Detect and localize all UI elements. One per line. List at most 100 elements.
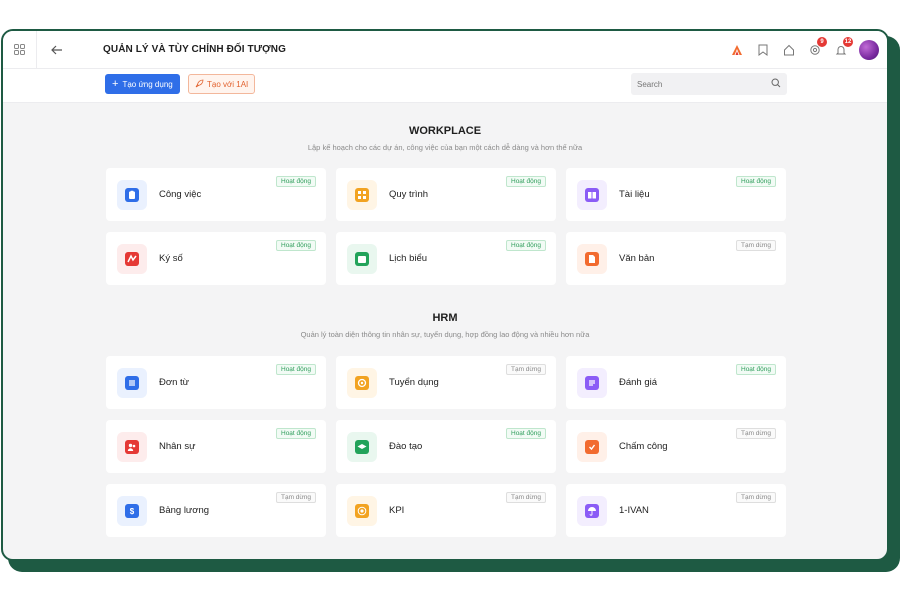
check-clock-icon <box>585 440 599 454</box>
app-icon-container <box>577 432 607 462</box>
create-with-ai-button[interactable]: Tạo với 1AI <box>188 74 256 94</box>
recruit-icon <box>355 376 369 390</box>
bell-icon[interactable]: 12 <box>833 37 853 58</box>
section-subtitle: Quản lý toàn diện thông tin nhân sự, tuy… <box>300 330 590 339</box>
workflow-icon <box>355 188 369 202</box>
app-window: QUẢN LÝ VÀ TÙY CHỈNH ĐỐI TƯỢNG 9 12 + Tạ… <box>1 29 889 561</box>
app-icon-container <box>117 432 147 462</box>
bookmark-icon[interactable] <box>755 42 771 58</box>
app-name: Văn bản <box>619 253 655 264</box>
app-name: Công việc <box>159 189 202 200</box>
app-name: Ký số <box>159 253 183 264</box>
app-card[interactable]: Công việc Hoạt động <box>106 168 326 221</box>
book-icon <box>585 188 599 202</box>
signature-icon <box>125 252 139 266</box>
top-bar: QUẢN LÝ VÀ TÙY CHỈNH ĐỐI TƯỢNG 9 12 <box>3 31 887 69</box>
app-name: Bảng lương <box>159 505 210 516</box>
status-badge: Hoạt động <box>276 176 316 187</box>
app-name: 1-IVAN <box>619 505 649 516</box>
app-name: Đơn từ <box>159 377 190 388</box>
status-badge: Hoạt động <box>506 240 546 251</box>
section-title: HRM <box>432 312 458 324</box>
clipboard-icon <box>125 188 139 202</box>
status-badge: Tạm dừng <box>505 492 546 503</box>
status-badge: Hoạt động <box>276 240 316 251</box>
settings-icon[interactable]: 9 <box>807 37 827 58</box>
app-name: Tuyển dụng <box>389 377 439 388</box>
app-card[interactable]: Tuyển dụng Tạm dừng <box>336 356 556 409</box>
app-icon-container <box>347 496 377 526</box>
app-card[interactable]: Chấm công Tạm dừng <box>566 420 786 473</box>
evaluation-icon <box>585 376 599 390</box>
form-icon <box>125 376 139 390</box>
create-app-label: Tạo ứng dụng <box>122 79 173 89</box>
triangle-logo-icon[interactable] <box>729 42 745 58</box>
app-name: Chấm công <box>619 441 668 452</box>
target-icon <box>355 504 369 518</box>
app-card[interactable]: Tài liệu Hoạt động <box>566 168 786 221</box>
avatar[interactable] <box>859 40 879 60</box>
app-icon-container <box>347 180 377 210</box>
header-actions: 9 12 <box>729 31 879 69</box>
status-badge: Tạm dừng <box>505 364 546 375</box>
status-badge: Tạm dừng <box>735 492 776 503</box>
create-app-button[interactable]: + Tạo ứng dụng <box>105 74 180 94</box>
rocket-icon <box>195 79 204 90</box>
app-icon-container <box>577 180 607 210</box>
status-badge: Hoạt động <box>506 428 546 439</box>
dollar-icon: $ <box>125 504 139 518</box>
status-badge: Hoạt động <box>506 176 546 187</box>
create-with-ai-label: Tạo với 1AI <box>207 79 249 89</box>
app-card[interactable]: KPI Tạm dừng <box>336 484 556 537</box>
status-badge: Hoạt động <box>276 364 316 375</box>
umbrella-icon <box>585 504 599 518</box>
app-icon-container <box>577 496 607 526</box>
app-card[interactable]: Nhân sự Hoạt động <box>106 420 326 473</box>
status-badge: Hoạt động <box>736 364 776 375</box>
toolbar: + Tạo ứng dụng Tạo với 1AI <box>3 69 887 103</box>
app-icon-container <box>347 368 377 398</box>
search-box[interactable] <box>631 73 787 95</box>
app-icon-container <box>347 244 377 274</box>
app-icon-container <box>577 244 607 274</box>
bell-badge: 12 <box>843 37 853 47</box>
app-card[interactable]: Ký số Hoạt động <box>106 232 326 285</box>
app-icon-container <box>117 368 147 398</box>
app-card[interactable]: Văn bản Tạm dừng <box>566 232 786 285</box>
status-badge: Hoạt động <box>276 428 316 439</box>
app-card[interactable]: Quy trình Hoạt động <box>336 168 556 221</box>
people-icon <box>125 440 139 454</box>
search-input[interactable] <box>637 79 757 89</box>
home-icon[interactable] <box>781 42 797 58</box>
status-badge: Tạm dừng <box>735 428 776 439</box>
app-card[interactable]: Đơn từ Hoạt động <box>106 356 326 409</box>
app-name: Nhân sự <box>159 441 196 452</box>
page-title: QUẢN LÝ VÀ TÙY CHỈNH ĐỐI TƯỢNG <box>103 44 286 55</box>
app-name: Tài liệu <box>619 189 650 200</box>
app-icon-container <box>117 244 147 274</box>
back-arrow-icon[interactable] <box>37 31 77 69</box>
app-name: KPI <box>389 505 405 516</box>
app-card[interactable]: Lịch biểu Hoạt động <box>336 232 556 285</box>
status-badge: Tạm dừng <box>735 240 776 251</box>
settings-badge: 9 <box>817 37 827 47</box>
apps-grid-icon[interactable] <box>3 31 37 69</box>
app-card[interactable]: Đào tạo Hoạt động <box>336 420 556 473</box>
status-badge: Tạm dừng <box>275 492 316 503</box>
app-card[interactable]: $ Bảng lương Tạm dừng <box>106 484 326 537</box>
app-icon-container: $ <box>117 496 147 526</box>
plus-icon: + <box>112 77 119 90</box>
app-name: Đào tạo <box>389 441 423 452</box>
section-subtitle: Lập kế hoạch cho các dự án, công việc củ… <box>307 143 583 152</box>
status-badge: Hoạt động <box>736 176 776 187</box>
app-card[interactable]: 1-IVAN Tạm dừng <box>566 484 786 537</box>
app-icon-container <box>577 368 607 398</box>
app-name: Lịch biểu <box>389 253 428 264</box>
app-card[interactable]: Đánh giá Hoạt động <box>566 356 786 409</box>
section-title: WORKPLACE <box>408 125 482 137</box>
calendar-icon <box>355 252 369 266</box>
app-icon-container <box>117 180 147 210</box>
search-icon[interactable] <box>771 75 781 93</box>
app-name: Quy trình <box>389 189 429 200</box>
graduation-cap-icon <box>355 440 369 454</box>
